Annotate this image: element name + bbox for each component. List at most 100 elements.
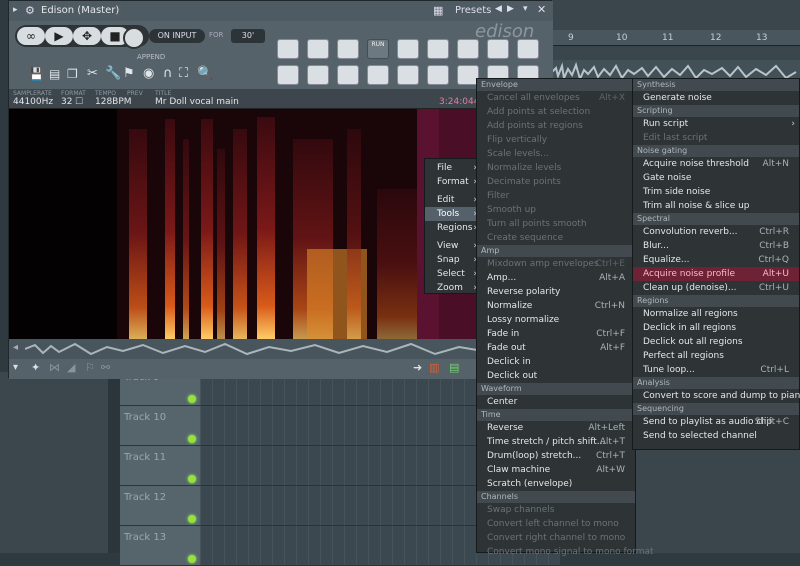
fade-tool-icon[interactable]: [337, 65, 359, 85]
menu-item-tools[interactable]: Tools›: [425, 207, 481, 221]
zoom-icon[interactable]: 🔍: [197, 66, 213, 81]
menu-item-acquire-noise-threshold[interactable]: Acquire noise threshold Alt+N: [633, 157, 799, 171]
menu-item-edit[interactable]: Edit›: [425, 193, 481, 207]
menu-item-drum-loop-stretch[interactable]: Drum(loop) stretch... Ctrl+T: [477, 449, 635, 463]
trim-tool-icon[interactable]: [277, 65, 299, 85]
menu-item-center[interactable]: Center: [477, 395, 635, 409]
menu-item-run-script[interactable]: Run script ›: [633, 117, 799, 131]
tuner-tool-icon[interactable]: [397, 39, 419, 59]
menu-item-convolution-reverb[interactable]: Convolution reverb... Ctrl+R: [633, 225, 799, 239]
menu-item-perfect-all-regions[interactable]: Perfect all regions: [633, 349, 799, 363]
menu-item-tune-loop[interactable]: Tune loop... Ctrl+L: [633, 363, 799, 377]
track-header[interactable]: Track 13: [120, 526, 200, 566]
flag-icon[interactable]: ⚐: [85, 361, 95, 374]
track-mute-led[interactable]: [188, 555, 196, 563]
for-duration-select[interactable]: 30': [231, 29, 265, 43]
append-toggle[interactable]: APPEND: [137, 53, 165, 61]
menu-item-reverse-polarity[interactable]: Reverse polarity: [477, 285, 635, 299]
redo-tool-icon[interactable]: [517, 39, 539, 59]
cut-icon[interactable]: ✂: [87, 66, 98, 81]
menu-item-lossy-normalize[interactable]: Lossy normalize: [477, 313, 635, 327]
format-value[interactable]: 32: [61, 97, 72, 107]
timeline-ruler[interactable]: 9 10 11 12 13: [552, 30, 800, 46]
menu-item-send-to-selected-channel[interactable]: Send to selected channel: [633, 429, 799, 443]
eye-icon[interactable]: ◉: [143, 66, 154, 81]
scroll-left-icon[interactable]: ◂: [13, 342, 18, 353]
track-mute-led[interactable]: [188, 395, 196, 403]
drop-tool-icon[interactable]: [397, 65, 419, 85]
sample-title[interactable]: Mr Doll vocal main: [155, 97, 239, 107]
menu-item-blur[interactable]: Blur... Ctrl+B: [633, 239, 799, 253]
menu-item-time-stretch-pitch-shift[interactable]: Time stretch / pitch shift... Alt+T: [477, 435, 635, 449]
timer-tool-icon[interactable]: [367, 65, 389, 85]
menu-item-scratch-envelope[interactable]: Scratch (envelope): [477, 477, 635, 491]
title-bar[interactable]: ▸ ⚙ Edison (Master) ▦ Presets ◀ ▶ ▾ ✕: [9, 1, 553, 21]
record-button[interactable]: [123, 27, 145, 49]
next-preset-icon[interactable]: ▶: [507, 4, 514, 14]
menu-item-declick-in-all-regions[interactable]: Declick in all regions: [633, 321, 799, 335]
menu-item-file[interactable]: File›: [425, 161, 481, 175]
zoom-fit-icon[interactable]: ⛶: [179, 66, 188, 81]
marker-icon[interactable]: ⚑: [123, 66, 135, 81]
center-tool-icon[interactable]: [307, 39, 329, 59]
spectrogram-view[interactable]: [9, 109, 439, 339]
play-button[interactable]: ▶: [45, 27, 73, 45]
menu-item-gate-noise[interactable]: Gate noise: [633, 171, 799, 185]
menu-item-zoom[interactable]: Zoom›: [425, 281, 481, 295]
dropdown-icon[interactable]: ▾: [13, 362, 18, 373]
copy-icon[interactable]: ❐: [67, 67, 78, 81]
menu-item-trim-side-noise[interactable]: Trim side noise: [633, 185, 799, 199]
menu-item-fade-in[interactable]: Fade in Ctrl+F: [477, 327, 635, 341]
collapse-arrow-icon[interactable]: ▸: [13, 5, 18, 15]
brush-tool-icon[interactable]: [427, 65, 449, 85]
minimize-icon[interactable]: ▾: [523, 4, 528, 14]
menu-item-declick-out-all-regions[interactable]: Declick out all regions: [633, 335, 799, 349]
stretch-tool-icon[interactable]: [307, 65, 329, 85]
menu-item-acquire-noise-profile[interactable]: Acquire noise profile Alt+U: [633, 267, 799, 281]
grid-icon[interactable]: ▦: [433, 4, 443, 17]
rotate-tool-icon[interactable]: [277, 39, 299, 59]
mark-in-icon[interactable]: ⋈: [49, 361, 60, 374]
prev-preset-icon[interactable]: ◀: [495, 4, 502, 14]
menu-item-convert-to-score-and-dump-to-piano-roll[interactable]: Convert to score and dump to piano roll: [633, 389, 800, 403]
track-header[interactable]: Track 12: [120, 486, 200, 526]
menu-item-regions[interactable]: Regions›: [425, 221, 481, 235]
open-icon[interactable]: ▤: [49, 67, 60, 81]
track-mute-led[interactable]: [188, 435, 196, 443]
wrench-icon[interactable]: 🔧: [105, 66, 121, 81]
eq-tool-icon[interactable]: [427, 39, 449, 59]
record-mode-select[interactable]: ON INPUT: [149, 29, 205, 43]
track-header[interactable]: Track 11: [120, 446, 200, 486]
spectrum-tool-icon[interactable]: [457, 39, 479, 59]
menu-item-generate-noise[interactable]: Generate noise: [633, 91, 799, 105]
waveform-overview[interactable]: ◂ ▸: [9, 339, 553, 359]
presets-label[interactable]: Presets: [455, 5, 491, 16]
refresh-tool-icon[interactable]: [487, 39, 509, 59]
save-icon[interactable]: 💾: [29, 67, 44, 81]
channel-icon[interactable]: ▤: [449, 361, 459, 374]
link-icon[interactable]: ⚯: [101, 361, 110, 374]
menu-item-reverse[interactable]: Reverse Alt+Left: [477, 421, 635, 435]
menu-item-select[interactable]: Select›: [425, 267, 481, 281]
send-arrow-icon[interactable]: ➜: [413, 361, 422, 374]
menu-item-view[interactable]: View›: [425, 239, 481, 253]
track-header[interactable]: Track 10: [120, 406, 200, 446]
piano-roll-icon[interactable]: ▥: [429, 361, 439, 374]
close-icon[interactable]: ✕: [537, 3, 546, 16]
menu-item-trim-all-noise-slice-up[interactable]: Trim all noise & slice up: [633, 199, 799, 213]
crosshair-button[interactable]: ✥: [73, 27, 101, 45]
menu-item-snap[interactable]: Snap›: [425, 253, 481, 267]
menu-item-declick-out[interactable]: Declick out: [477, 369, 635, 383]
slope-icon[interactable]: ◢: [67, 361, 75, 374]
ramp-tool-icon[interactable]: [337, 39, 359, 59]
menu-item-fade-out[interactable]: Fade out Alt+F: [477, 341, 635, 355]
menu-item-equalize[interactable]: Equalize... Ctrl+Q: [633, 253, 799, 267]
menu-item-normalize[interactable]: Normalize Ctrl+N: [477, 299, 635, 313]
magnet-icon[interactable]: ∩: [163, 66, 173, 81]
snap-icon[interactable]: ✦: [31, 361, 40, 374]
menu-item-declick-in[interactable]: Declick in: [477, 355, 635, 369]
menu-item-clean-up-denoise[interactable]: Clean up (denoise)... Ctrl+U: [633, 281, 799, 295]
menu-item-format[interactable]: Format›: [425, 175, 481, 189]
menu-item-send-to-playlist-as-audio-clip[interactable]: Send to playlist as audio clip Shift+C: [633, 415, 799, 429]
menu-item-claw-machine[interactable]: Claw machine Alt+W: [477, 463, 635, 477]
